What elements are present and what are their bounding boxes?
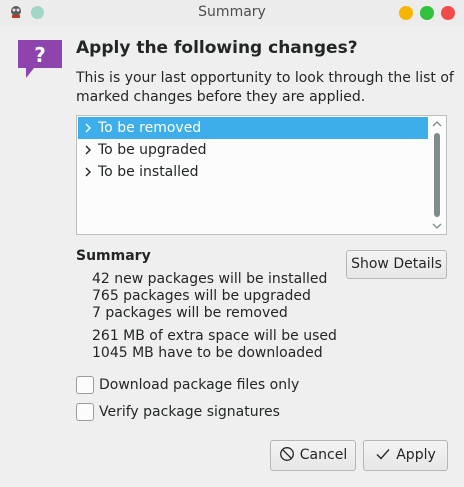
scroll-down-icon[interactable] xyxy=(432,222,442,230)
maximize-button[interactable] xyxy=(420,6,434,20)
chevron-right-icon[interactable] xyxy=(82,117,94,139)
cancel-icon xyxy=(279,447,294,461)
tree-item-to-be-upgraded[interactable]: To be upgraded xyxy=(78,139,428,161)
tree-item-to-be-installed[interactable]: To be installed xyxy=(78,161,428,183)
scrollbar-thumb[interactable] xyxy=(434,133,440,217)
tree-item-to-be-removed[interactable]: To be removed xyxy=(78,117,428,139)
scroll-up-icon[interactable] xyxy=(432,120,442,128)
dialog-heading: Apply the following changes? xyxy=(76,38,358,58)
cancel-label: Cancel xyxy=(299,447,348,463)
summary-line: 261 MB of extra space will be used xyxy=(92,328,337,344)
svg-text:?: ? xyxy=(34,43,46,67)
tree-scrollbar[interactable] xyxy=(429,117,445,233)
apply-label: Apply xyxy=(396,447,436,463)
close-button[interactable] xyxy=(441,6,455,20)
download-only-checkbox[interactable] xyxy=(76,376,94,394)
dialog-description: This is your last opportunity to look th… xyxy=(76,70,454,105)
summary-line: 42 new packages will be installed xyxy=(92,271,328,287)
tree-item-label: To be upgraded xyxy=(98,142,207,158)
tree-item-label: To be removed xyxy=(98,120,202,136)
changes-tree[interactable]: To be removed To be upgraded To be insta… xyxy=(76,115,447,235)
title-bar[interactable]: Summary xyxy=(0,0,464,26)
summary-line: 1045 MB have to be downloaded xyxy=(92,345,323,361)
apply-button[interactable]: Apply xyxy=(363,440,448,471)
verify-signatures-label[interactable]: Verify package signatures xyxy=(99,403,280,422)
chevron-right-icon[interactable] xyxy=(82,139,94,161)
download-only-label[interactable]: Download package files only xyxy=(99,376,299,395)
package-summary: 42 new packages will be installed 765 pa… xyxy=(92,271,327,322)
summary-dialog: Summary ? Apply the following changes? T… xyxy=(0,0,464,487)
summary-line: 765 packages will be upgraded xyxy=(92,288,311,304)
verify-signatures-checkbox[interactable] xyxy=(76,403,94,421)
show-details-button[interactable]: Show Details xyxy=(346,250,447,279)
question-icon: ? xyxy=(18,40,62,78)
cancel-button[interactable]: Cancel xyxy=(270,440,356,471)
window-title: Summary xyxy=(198,4,266,20)
summary-title: Summary xyxy=(76,248,151,264)
tree-item-label: To be installed xyxy=(98,164,199,180)
summary-line: 7 packages will be removed xyxy=(92,305,288,321)
minimize-button[interactable] xyxy=(399,6,413,20)
checkmark-icon xyxy=(376,449,390,460)
space-summary: 261 MB of extra space will be used 1045 … xyxy=(92,328,337,362)
chevron-right-icon[interactable] xyxy=(82,161,94,183)
